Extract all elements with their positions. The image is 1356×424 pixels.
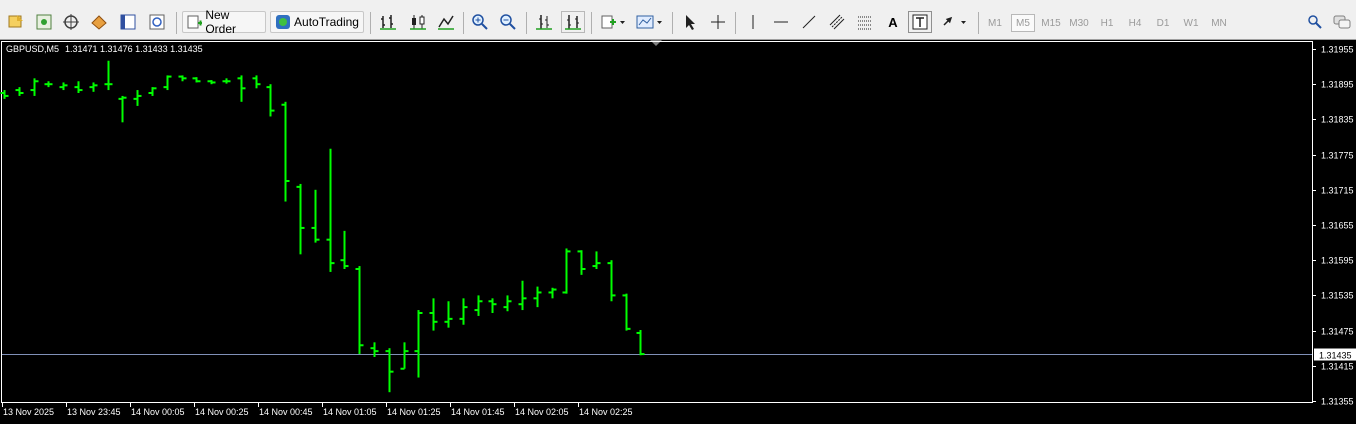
- time-tick-label: 13 Nov 2025: [3, 407, 54, 417]
- strategy-tester-icon[interactable]: [146, 11, 168, 33]
- trendline-icon[interactable]: [798, 11, 820, 33]
- time-tick-label: 13 Nov 23:45: [67, 407, 121, 417]
- new-order-button[interactable]: New Order: [182, 8, 266, 36]
- new-order-icon: [187, 15, 203, 29]
- separator: [176, 12, 177, 34]
- crosshair-navigator-icon[interactable]: [60, 11, 82, 33]
- new-order-label: New Order: [205, 8, 237, 36]
- price-tick-label: 1.31655: [1321, 221, 1354, 231]
- timeframe-h1[interactable]: H1: [1095, 14, 1119, 32]
- time-tick-label: 14 Nov 00:05: [131, 407, 185, 417]
- price-tick-label: 1.31535: [1321, 291, 1354, 301]
- separator: [463, 12, 464, 34]
- current-price-tag: 1.31435: [1314, 348, 1356, 361]
- price-tick-label: 1.31895: [1321, 80, 1354, 90]
- price-tick-label: 1.31415: [1321, 362, 1354, 372]
- search-icon[interactable]: [1305, 11, 1325, 33]
- toolbar: New Order AutoTrading A M1 M5 M15 M30 H1…: [0, 6, 1356, 40]
- line-chart-icon[interactable]: [435, 11, 457, 33]
- price-tick-label: 1.31595: [1321, 256, 1354, 266]
- time-tick-label: 14 Nov 00:25: [195, 407, 249, 417]
- text-tool-icon[interactable]: A: [882, 11, 904, 33]
- price-tag-label: 1.31435: [1319, 351, 1352, 361]
- chart-background: [0, 40, 1356, 424]
- timeframe-mn[interactable]: MN: [1207, 14, 1231, 32]
- time-tick-label: 14 Nov 00:45: [259, 407, 313, 417]
- price-tick-label: 1.31955: [1321, 45, 1354, 55]
- time-tick-label: 14 Nov 01:25: [387, 407, 441, 417]
- arrows-dropdown-icon[interactable]: [939, 11, 971, 33]
- separator: [370, 12, 371, 34]
- fibonacci-icon[interactable]: [854, 11, 876, 33]
- separator: [978, 12, 979, 34]
- indicators-dropdown-icon[interactable]: [598, 11, 628, 33]
- timeframe-m15[interactable]: M15: [1039, 14, 1063, 32]
- chart-symbol: GBPUSD,M5 1.31471 1.31476 1.31433 1.31435: [6, 44, 203, 54]
- chat-icon[interactable]: [1331, 11, 1353, 33]
- candlestick-chart-icon[interactable]: [407, 11, 429, 33]
- price-tick-label: 1.31715: [1321, 186, 1354, 196]
- separator: [526, 12, 527, 34]
- timeframe-d1[interactable]: D1: [1151, 14, 1175, 32]
- equidistant-channel-icon[interactable]: [826, 11, 848, 33]
- timeframe-m30[interactable]: M30: [1067, 14, 1091, 32]
- templates-dropdown-icon[interactable]: [634, 11, 666, 33]
- zoom-out-icon[interactable]: [497, 11, 519, 33]
- crosshair-icon[interactable]: [707, 11, 729, 33]
- market-watch-icon[interactable]: [88, 11, 110, 33]
- separator: [591, 12, 592, 34]
- horizontal-line-icon[interactable]: [770, 11, 792, 33]
- time-tick-label: 14 Nov 01:05: [323, 407, 377, 417]
- data-window-icon[interactable]: [117, 11, 139, 33]
- timeframe-w1[interactable]: W1: [1179, 14, 1203, 32]
- profiles-icon[interactable]: [5, 11, 27, 33]
- price-tick-label: 1.31835: [1321, 115, 1354, 125]
- timeframe-m5[interactable]: M5: [1011, 14, 1035, 32]
- time-tick-label: 14 Nov 02:05: [515, 407, 569, 417]
- time-tick-label: 14 Nov 02:25: [579, 407, 633, 417]
- text-label-icon[interactable]: [908, 11, 932, 33]
- autotrading-icon: [276, 15, 291, 29]
- zoom-in-icon[interactable]: [469, 11, 491, 33]
- auto-scroll-icon[interactable]: [561, 11, 585, 33]
- price-tick-label: 1.31775: [1321, 151, 1354, 161]
- price-chart[interactable]: 1.31955 1.31895 1.31835 1.31775 1.31715 1.316…: [0, 40, 1356, 424]
- separator: [735, 12, 736, 34]
- timeframe-h4[interactable]: H4: [1123, 14, 1147, 32]
- price-tick-label: 1.31475: [1321, 327, 1354, 337]
- bar-chart-icon[interactable]: [377, 11, 399, 33]
- chart-shift-icon[interactable]: [533, 11, 555, 33]
- vertical-line-icon[interactable]: [742, 11, 764, 33]
- cursor-icon[interactable]: [679, 11, 701, 33]
- price-tick-label: 1.31355: [1321, 397, 1354, 407]
- timeframe-m1[interactable]: M1: [983, 14, 1007, 32]
- new-chart-icon[interactable]: [33, 11, 55, 33]
- separator: [672, 12, 673, 34]
- autotrading-button[interactable]: AutoTrading: [270, 11, 364, 33]
- autotrading-label: AutoTrading: [294, 15, 359, 29]
- time-tick-label: 14 Nov 01:45: [451, 407, 505, 417]
